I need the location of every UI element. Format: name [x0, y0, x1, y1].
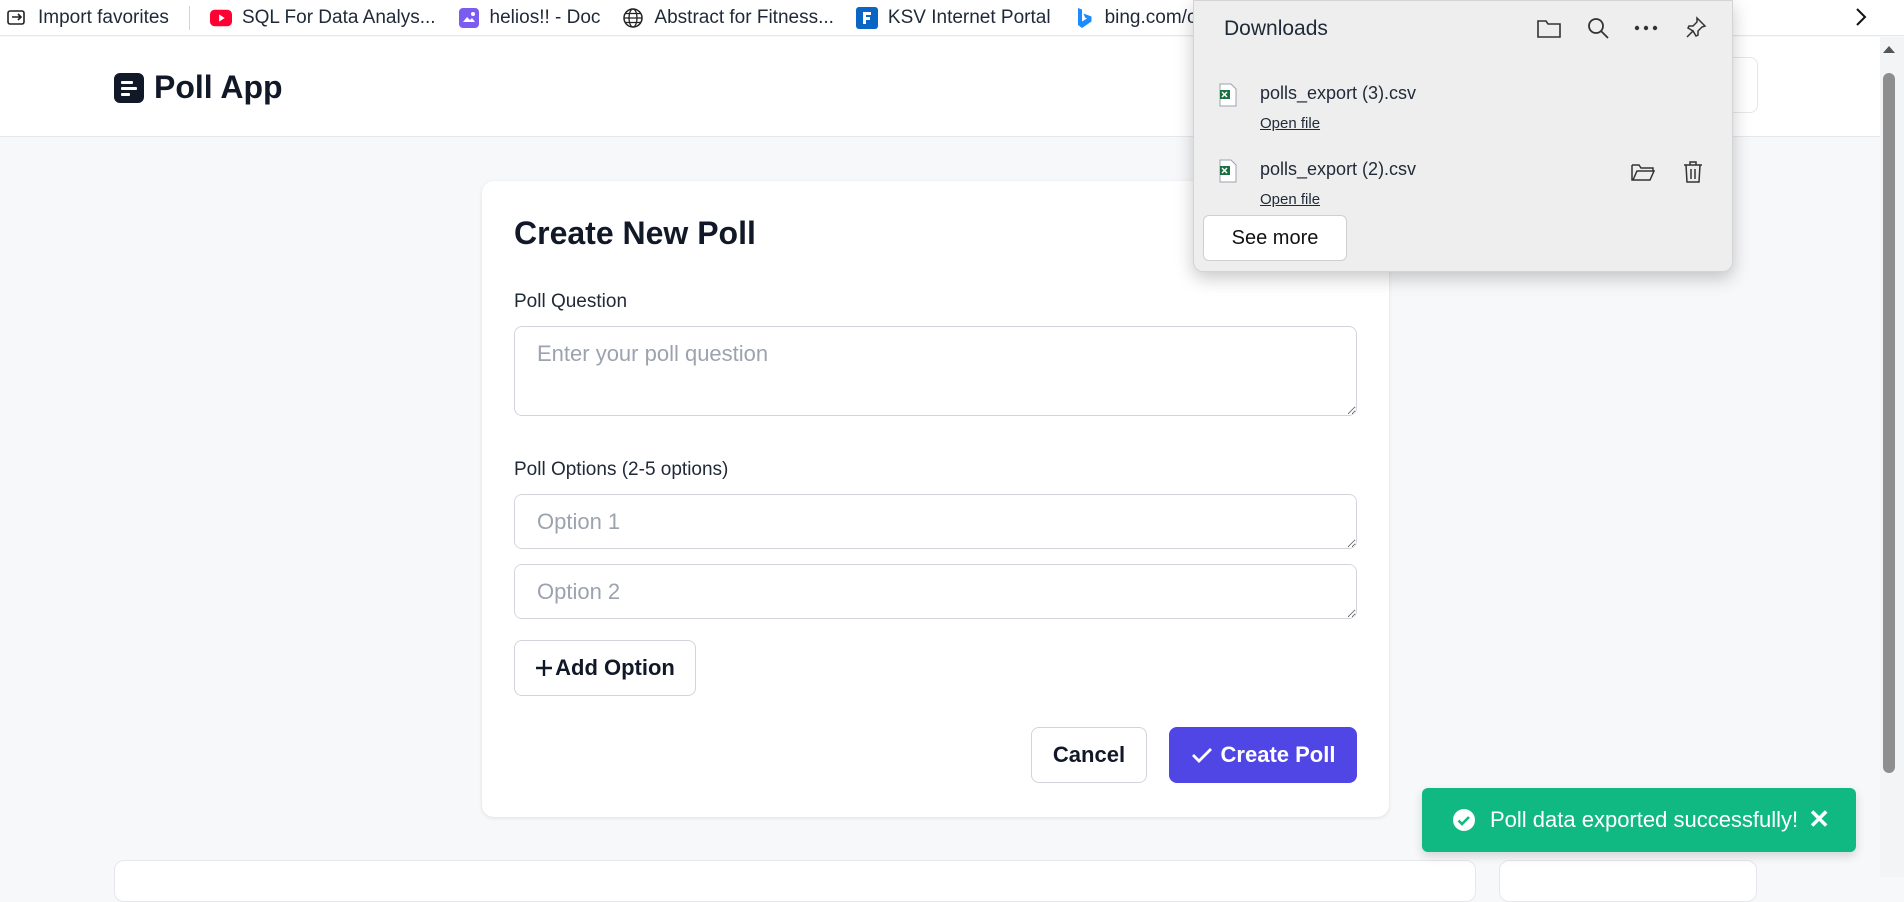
poll-question-input[interactable]: [514, 326, 1357, 416]
download-filename: polls_export (3).csv: [1260, 83, 1417, 103]
download-filename: polls_export (2).csv: [1260, 159, 1417, 179]
excel-file-icon: [1219, 83, 1237, 107]
option-2-input[interactable]: [514, 564, 1357, 619]
favorite-label: SQL For Data Analys...: [241, 6, 436, 28]
plus-icon: [535, 659, 553, 677]
favorites-separator: [188, 5, 190, 30]
globe-icon: [622, 7, 644, 29]
poll-question-label: Poll Question: [514, 291, 628, 312]
favorite-ksv[interactable]: KSV Internet Portal: [850, 0, 1057, 36]
side-card: [1499, 860, 1757, 902]
favorite-abstract[interactable]: Abstract for Fitness...: [616, 0, 840, 36]
download-item[interactable]: polls_export (2).csv Open file: [1194, 149, 1732, 221]
open-file-link[interactable]: Open file: [1260, 191, 1320, 208]
favorite-label: Abstract for Fitness...: [654, 6, 834, 28]
pin-icon[interactable]: [1680, 13, 1710, 43]
favorite-label: helios!! - Doc: [489, 6, 601, 28]
open-folder-icon[interactable]: [1628, 157, 1658, 187]
scrollbar-thumb[interactable]: [1883, 73, 1895, 773]
poll-list-card: [114, 860, 1476, 902]
option-1-input[interactable]: [514, 494, 1357, 549]
bing-icon: [1073, 7, 1095, 29]
scroll-up-icon[interactable]: [1883, 46, 1895, 53]
favorite-sql[interactable]: SQL For Data Analys...: [204, 0, 442, 36]
app-title: Poll App: [154, 69, 283, 105]
create-poll-button[interactable]: Create Poll: [1169, 727, 1357, 783]
folder-icon[interactable]: [1534, 13, 1564, 43]
search-icon[interactable]: [1583, 13, 1613, 43]
success-toast: Poll data exported successfully! ✕: [1422, 788, 1856, 852]
favorite-helios[interactable]: helios!! - Doc: [452, 0, 607, 36]
open-file-link[interactable]: Open file: [1260, 115, 1320, 132]
poll-options-label: Poll Options (2-5 options): [514, 459, 729, 480]
cancel-button[interactable]: Cancel: [1031, 727, 1147, 783]
add-option-button[interactable]: Add Option: [514, 640, 696, 696]
add-option-label: Add Option: [555, 655, 675, 680]
favorite-label: Import favorites: [38, 6, 169, 28]
doc-icon: [458, 7, 480, 29]
create-poll-label: Create Poll: [1220, 742, 1336, 767]
favorite-import[interactable]: Import favorites: [0, 0, 175, 36]
brand[interactable]: Poll App: [114, 69, 283, 106]
favorite-label: KSV Internet Portal: [887, 6, 1051, 28]
download-item[interactable]: polls_export (3).csv Open file: [1194, 73, 1732, 145]
see-more-button[interactable]: See more: [1203, 215, 1347, 261]
chevron-right-icon[interactable]: [1854, 6, 1868, 34]
delete-icon[interactable]: [1678, 157, 1708, 187]
close-icon[interactable]: ✕: [1808, 805, 1830, 833]
ksv-icon: [855, 6, 878, 29]
import-icon: [6, 7, 28, 29]
excel-file-icon: [1219, 159, 1237, 183]
more-options-icon[interactable]: [1631, 13, 1661, 43]
downloads-title: Downloads: [1224, 17, 1328, 40]
check-icon: [1191, 746, 1213, 764]
check-circle-icon: [1453, 809, 1475, 831]
toast-message: Poll data exported successfully!: [1490, 807, 1799, 832]
downloads-panel: Downloads polls_export (3).csv Open file…: [1193, 0, 1733, 272]
card-title: Create New Poll: [514, 215, 756, 251]
poll-logo-icon: [114, 72, 144, 103]
create-poll-card: Create New Poll Poll Question Poll Optio…: [482, 181, 1389, 817]
youtube-icon: [209, 7, 232, 29]
